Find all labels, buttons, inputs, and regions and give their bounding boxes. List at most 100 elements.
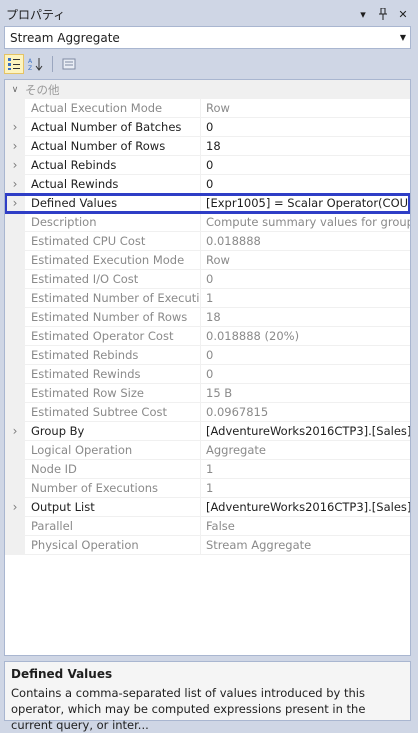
property-row[interactable]: Estimated Execution Mode Row (5, 251, 410, 270)
property-name[interactable]: Estimated Subtree Cost (25, 403, 201, 421)
row-gutter (5, 460, 25, 478)
property-row[interactable]: Estimated Operator Cost 0.018888 (20%) (5, 327, 410, 346)
property-row[interactable]: › Actual Rewinds 0 (5, 175, 410, 194)
category-header[interactable]: ∨ その他 (5, 80, 410, 99)
chevron-right-icon[interactable]: › (5, 137, 25, 155)
property-value[interactable]: 18 (201, 308, 410, 326)
title-bar: プロパティ ▾ ✕ (4, 4, 414, 24)
pin-icon[interactable] (376, 7, 390, 21)
toolbar-separator (52, 56, 53, 72)
property-value[interactable]: [AdventureWorks2016CTP3].[Sales].[Sale (201, 422, 410, 440)
property-row[interactable]: Number of Executions 1 (5, 479, 410, 498)
property-name[interactable]: Estimated Rewinds (25, 365, 201, 383)
chevron-right-icon[interactable]: › (5, 498, 25, 516)
property-row[interactable]: Actual Execution Mode Row (5, 99, 410, 118)
properties-toolbar: A Z (4, 51, 411, 77)
property-name[interactable]: Actual Rewinds (25, 175, 201, 193)
property-name[interactable]: Estimated Number of Rows (25, 308, 201, 326)
property-row[interactable]: › Group By [AdventureWorks2016CTP3].[Sales… (5, 422, 410, 441)
property-value[interactable]: Row (201, 251, 410, 269)
property-value[interactable]: 1 (201, 479, 410, 497)
property-row[interactable]: › Actual Rebinds 0 (5, 156, 410, 175)
property-value[interactable]: 0 (201, 346, 410, 364)
row-gutter (5, 308, 25, 326)
property-row[interactable]: › Actual Number of Batches 0 (5, 118, 410, 137)
property-row[interactable]: › Actual Number of Rows 18 (5, 137, 410, 156)
property-name[interactable]: Estimated CPU Cost (25, 232, 201, 250)
chevron-right-icon[interactable]: › (5, 422, 25, 440)
property-value[interactable]: Stream Aggregate (201, 536, 410, 554)
property-name[interactable]: Output List (25, 498, 201, 516)
chevron-down-icon[interactable]: ▼ (396, 27, 410, 48)
properties-window: プロパティ ▾ ✕ Stream Aggregate ▼ A Z ∨ その他 A… (0, 0, 418, 732)
property-row[interactable]: Description Compute summary values for gr… (5, 213, 410, 232)
property-value[interactable]: 15 B (201, 384, 410, 402)
property-row[interactable]: › Output List [AdventureWorks2016CTP3].[Sa… (5, 498, 410, 517)
row-gutter (5, 441, 25, 459)
property-name[interactable]: Actual Number of Rows (25, 137, 201, 155)
property-value[interactable]: 18 (201, 137, 410, 155)
property-name[interactable]: Estimated I/O Cost (25, 270, 201, 288)
property-value[interactable]: False (201, 517, 410, 535)
object-selector-dropdown[interactable]: Stream Aggregate ▼ (4, 26, 411, 49)
property-row[interactable]: Estimated I/O Cost 0 (5, 270, 410, 289)
property-name[interactable]: Number of Executions (25, 479, 201, 497)
property-row[interactable]: Estimated CPU Cost 0.018888 (5, 232, 410, 251)
property-name[interactable]: Logical Operation (25, 441, 201, 459)
property-value[interactable]: Compute summary values for groups of (201, 213, 410, 231)
property-row[interactable]: Physical Operation Stream Aggregate (5, 536, 410, 555)
property-name[interactable]: Estimated Row Size (25, 384, 201, 402)
property-name[interactable]: Group By (25, 422, 201, 440)
property-value[interactable]: Row (201, 99, 410, 117)
property-value[interactable]: 0.018888 (201, 232, 410, 250)
property-value[interactable]: 0 (201, 365, 410, 383)
property-row[interactable]: › Defined Values [Expr1005] = Scalar Opera… (5, 193, 410, 214)
property-name[interactable]: Node ID (25, 460, 201, 478)
property-value[interactable]: 0 (201, 156, 410, 174)
property-value[interactable]: 0 (201, 270, 410, 288)
property-value[interactable]: 0.018888 (20%) (201, 327, 410, 345)
property-row[interactable]: Estimated Subtree Cost 0.0967815 (5, 403, 410, 422)
chevron-right-icon[interactable]: › (5, 194, 25, 212)
chevron-right-icon[interactable]: › (5, 156, 25, 174)
categorized-icon[interactable] (4, 54, 24, 74)
property-pages-icon[interactable] (59, 54, 79, 74)
property-row[interactable]: Estimated Number of Executions 1 (5, 289, 410, 308)
window-position-dropdown-icon[interactable]: ▾ (356, 7, 370, 21)
property-value[interactable]: 0 (201, 118, 410, 136)
row-gutter (5, 327, 25, 345)
property-name[interactable]: Estimated Operator Cost (25, 327, 201, 345)
property-row[interactable]: Estimated Row Size 15 B (5, 384, 410, 403)
property-value[interactable]: 0 (201, 175, 410, 193)
property-row[interactable]: Logical Operation Aggregate (5, 441, 410, 460)
property-row[interactable]: Estimated Rewinds 0 (5, 365, 410, 384)
property-name[interactable]: Actual Execution Mode (25, 99, 201, 117)
property-name[interactable]: Actual Number of Batches (25, 118, 201, 136)
row-gutter (5, 346, 25, 364)
property-name[interactable]: Physical Operation (25, 536, 201, 554)
property-name[interactable]: Estimated Number of Executions (25, 289, 201, 307)
property-name[interactable]: Estimated Rebinds (25, 346, 201, 364)
property-value[interactable]: 1 (201, 289, 410, 307)
property-value[interactable]: [Expr1005] = Scalar Operator(COUNT([A (201, 194, 410, 212)
close-icon[interactable]: ✕ (396, 7, 410, 21)
property-row[interactable]: Estimated Rebinds 0 (5, 346, 410, 365)
property-value[interactable]: 0.0967815 (201, 403, 410, 421)
property-name[interactable]: Actual Rebinds (25, 156, 201, 174)
property-name[interactable]: Estimated Execution Mode (25, 251, 201, 269)
row-gutter (5, 479, 25, 497)
row-gutter (5, 365, 25, 383)
property-row[interactable]: Node ID 1 (5, 460, 410, 479)
chevron-expanded-icon[interactable]: ∨ (5, 85, 25, 95)
property-name[interactable]: Parallel (25, 517, 201, 535)
property-name[interactable]: Defined Values (25, 194, 201, 212)
chevron-right-icon[interactable]: › (5, 175, 25, 193)
property-value[interactable]: [AdventureWorks2016CTP3].[Sales].[Sale (201, 498, 410, 516)
chevron-right-icon[interactable]: › (5, 118, 25, 136)
property-row[interactable]: Estimated Number of Rows 18 (5, 308, 410, 327)
alphabetical-icon[interactable]: A Z (26, 54, 46, 74)
property-name[interactable]: Description (25, 213, 201, 231)
property-row[interactable]: Parallel False (5, 517, 410, 536)
property-value[interactable]: 1 (201, 460, 410, 478)
property-value[interactable]: Aggregate (201, 441, 410, 459)
